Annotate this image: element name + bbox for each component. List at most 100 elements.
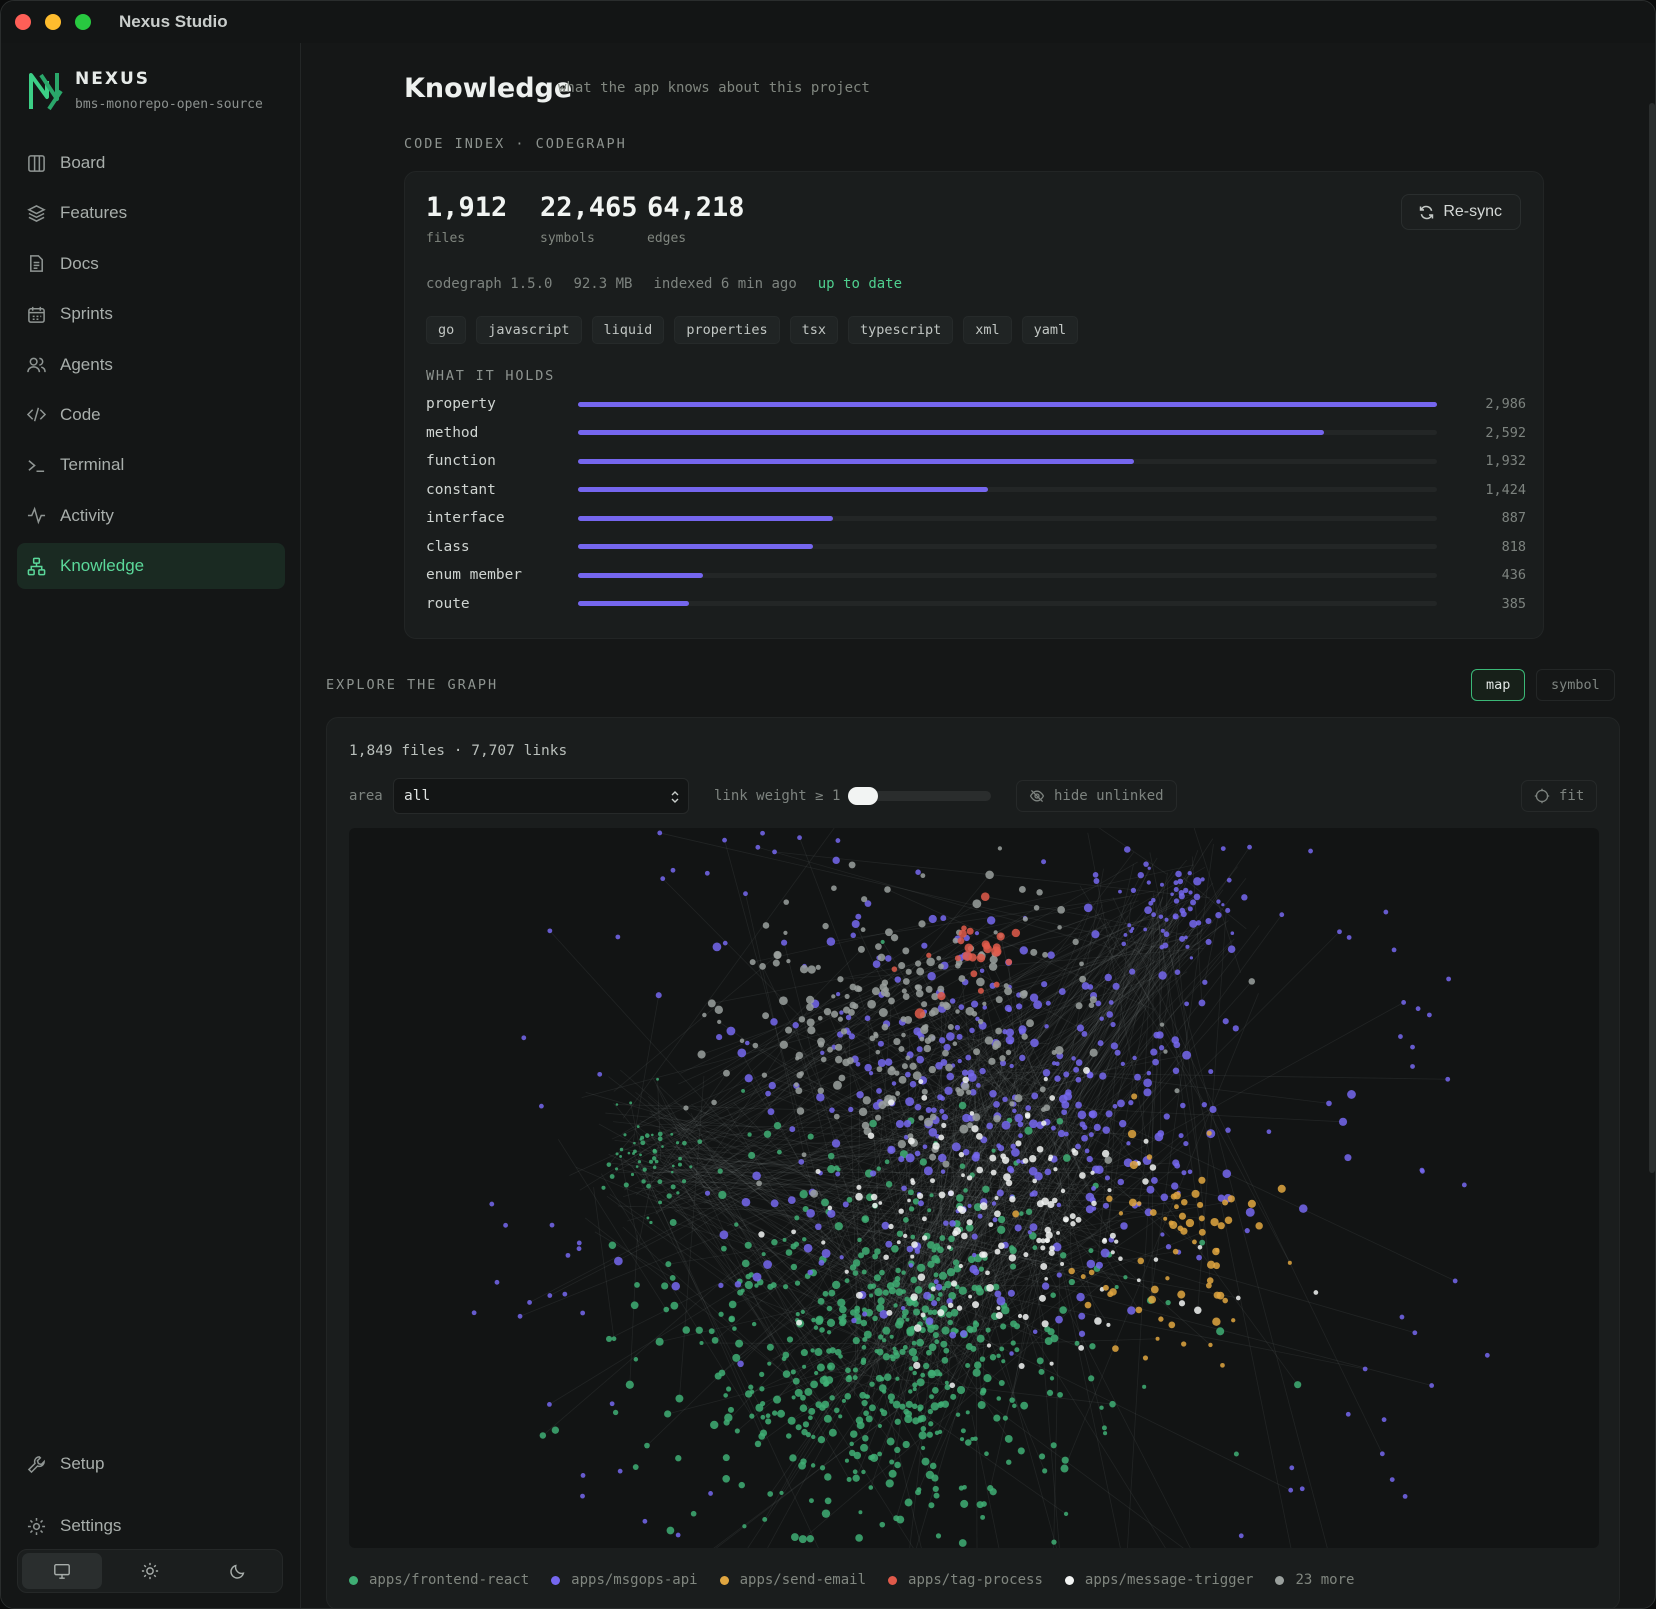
graph-node[interactable] bbox=[913, 1324, 922, 1332]
graph-node[interactable] bbox=[944, 1380, 949, 1385]
graph-node[interactable] bbox=[958, 1485, 964, 1491]
graph-node[interactable] bbox=[911, 1355, 919, 1362]
graph-node[interactable] bbox=[949, 1220, 956, 1227]
graph-node[interactable] bbox=[1225, 907, 1231, 913]
graph-node[interactable] bbox=[846, 1476, 852, 1482]
graph-node[interactable] bbox=[1381, 1417, 1387, 1423]
graph-node[interactable] bbox=[794, 1082, 799, 1087]
graph-node[interactable] bbox=[893, 1352, 900, 1359]
graph-node[interactable] bbox=[1190, 899, 1197, 906]
graph-node[interactable] bbox=[675, 1532, 681, 1538]
graph-node[interactable] bbox=[1114, 1049, 1121, 1056]
graph-node[interactable] bbox=[630, 1172, 635, 1177]
graph-node[interactable] bbox=[928, 1502, 935, 1509]
graph-node[interactable] bbox=[580, 1473, 586, 1478]
graph-node[interactable] bbox=[1031, 1092, 1039, 1100]
graph-node[interactable] bbox=[633, 1357, 639, 1362]
graph-node[interactable] bbox=[1196, 1201, 1204, 1209]
graph-node[interactable] bbox=[1072, 1149, 1079, 1156]
graph-node[interactable] bbox=[999, 1055, 1006, 1062]
graph-node[interactable] bbox=[858, 1510, 863, 1515]
graph-node[interactable] bbox=[1103, 1431, 1108, 1436]
graph-node[interactable] bbox=[744, 1040, 750, 1046]
graph-node[interactable] bbox=[974, 931, 980, 936]
graph-node[interactable] bbox=[827, 1046, 833, 1053]
graph-node[interactable] bbox=[1022, 1158, 1029, 1164]
graph-node[interactable] bbox=[959, 1163, 966, 1169]
legend-item[interactable]: apps/frontend-react bbox=[349, 1572, 529, 1588]
graph-node[interactable] bbox=[937, 1401, 944, 1408]
graph-node[interactable] bbox=[720, 1245, 727, 1252]
graph-node[interactable] bbox=[777, 1409, 786, 1418]
graph-node[interactable] bbox=[923, 1291, 932, 1300]
graph-node[interactable] bbox=[823, 1414, 832, 1423]
graph-node[interactable] bbox=[931, 1324, 936, 1329]
graph-node[interactable] bbox=[886, 1437, 895, 1446]
graph-node[interactable] bbox=[801, 1152, 807, 1158]
graph-node[interactable] bbox=[851, 919, 860, 929]
graph-node[interactable] bbox=[980, 892, 990, 901]
graph-node[interactable] bbox=[1233, 1451, 1239, 1457]
graph-node[interactable] bbox=[1022, 1313, 1029, 1321]
graph-node[interactable] bbox=[710, 1420, 719, 1430]
graph-node[interactable] bbox=[838, 1414, 843, 1419]
graph-node[interactable] bbox=[1142, 1384, 1147, 1389]
graph-node[interactable] bbox=[1029, 1223, 1038, 1232]
graph-node[interactable] bbox=[870, 1283, 877, 1289]
graph-node[interactable] bbox=[1151, 912, 1157, 918]
graph-node[interactable] bbox=[779, 996, 788, 1006]
graph-node[interactable] bbox=[1123, 933, 1128, 937]
graph-node[interactable] bbox=[761, 1252, 766, 1257]
graph-node[interactable] bbox=[966, 1089, 972, 1095]
graph-node[interactable] bbox=[815, 1401, 823, 1408]
graph-node[interactable] bbox=[1147, 866, 1151, 870]
graph-node[interactable] bbox=[806, 1534, 814, 1543]
graph-node[interactable] bbox=[1162, 942, 1169, 949]
graph-node[interactable] bbox=[1039, 1086, 1046, 1093]
graph-node[interactable] bbox=[1187, 1169, 1193, 1175]
graph-node[interactable] bbox=[1134, 1073, 1141, 1081]
graph-node[interactable] bbox=[1452, 1278, 1458, 1284]
graph-node[interactable] bbox=[807, 965, 816, 974]
graph-node[interactable] bbox=[916, 1046, 923, 1053]
graph-node[interactable] bbox=[972, 1252, 977, 1258]
graph-node[interactable] bbox=[914, 1286, 923, 1294]
graph-node[interactable] bbox=[850, 932, 856, 938]
graph-node[interactable] bbox=[783, 899, 790, 905]
graph-node[interactable] bbox=[1344, 1154, 1352, 1162]
graph-node[interactable] bbox=[670, 1184, 676, 1190]
graph-node[interactable] bbox=[789, 1126, 796, 1133]
graph-node[interactable] bbox=[1195, 920, 1202, 926]
graph-node[interactable] bbox=[956, 1305, 963, 1311]
graph-node[interactable] bbox=[971, 1000, 979, 1008]
graph-node[interactable] bbox=[855, 1534, 863, 1542]
graph-node[interactable] bbox=[908, 1366, 914, 1371]
graph-node[interactable] bbox=[1021, 1033, 1028, 1040]
graph-node[interactable] bbox=[719, 1230, 729, 1240]
sidebar-item-setup[interactable]: Setup bbox=[17, 1441, 285, 1487]
graph-node[interactable] bbox=[969, 1027, 975, 1034]
graph-node[interactable] bbox=[1086, 1259, 1096, 1269]
graph-node[interactable] bbox=[855, 913, 862, 920]
graph-node[interactable] bbox=[547, 928, 553, 934]
graph-node[interactable] bbox=[1099, 1405, 1104, 1410]
sidebar-item-activity[interactable]: Activity bbox=[17, 493, 285, 539]
graph-node[interactable] bbox=[976, 1166, 984, 1174]
graph-node[interactable] bbox=[1127, 1306, 1136, 1315]
graph-node[interactable] bbox=[747, 1132, 752, 1137]
graph-node[interactable] bbox=[861, 1247, 870, 1255]
graph-node[interactable] bbox=[943, 1220, 949, 1226]
graph-node[interactable] bbox=[1057, 1129, 1066, 1138]
graph-node[interactable] bbox=[1002, 1029, 1008, 1035]
graph-node[interactable] bbox=[619, 1155, 622, 1158]
graph-node[interactable] bbox=[623, 1133, 627, 1137]
graph-node[interactable] bbox=[1484, 1352, 1490, 1358]
graph-node[interactable] bbox=[976, 977, 985, 987]
graph-node[interactable] bbox=[1182, 1050, 1192, 1060]
graph-node[interactable] bbox=[911, 1340, 917, 1346]
graph-node[interactable] bbox=[549, 1222, 555, 1228]
graph-node[interactable] bbox=[755, 844, 761, 850]
graph-node[interactable] bbox=[1118, 1256, 1123, 1261]
graph-node[interactable] bbox=[869, 1035, 876, 1042]
graph-node[interactable] bbox=[1177, 1225, 1184, 1232]
